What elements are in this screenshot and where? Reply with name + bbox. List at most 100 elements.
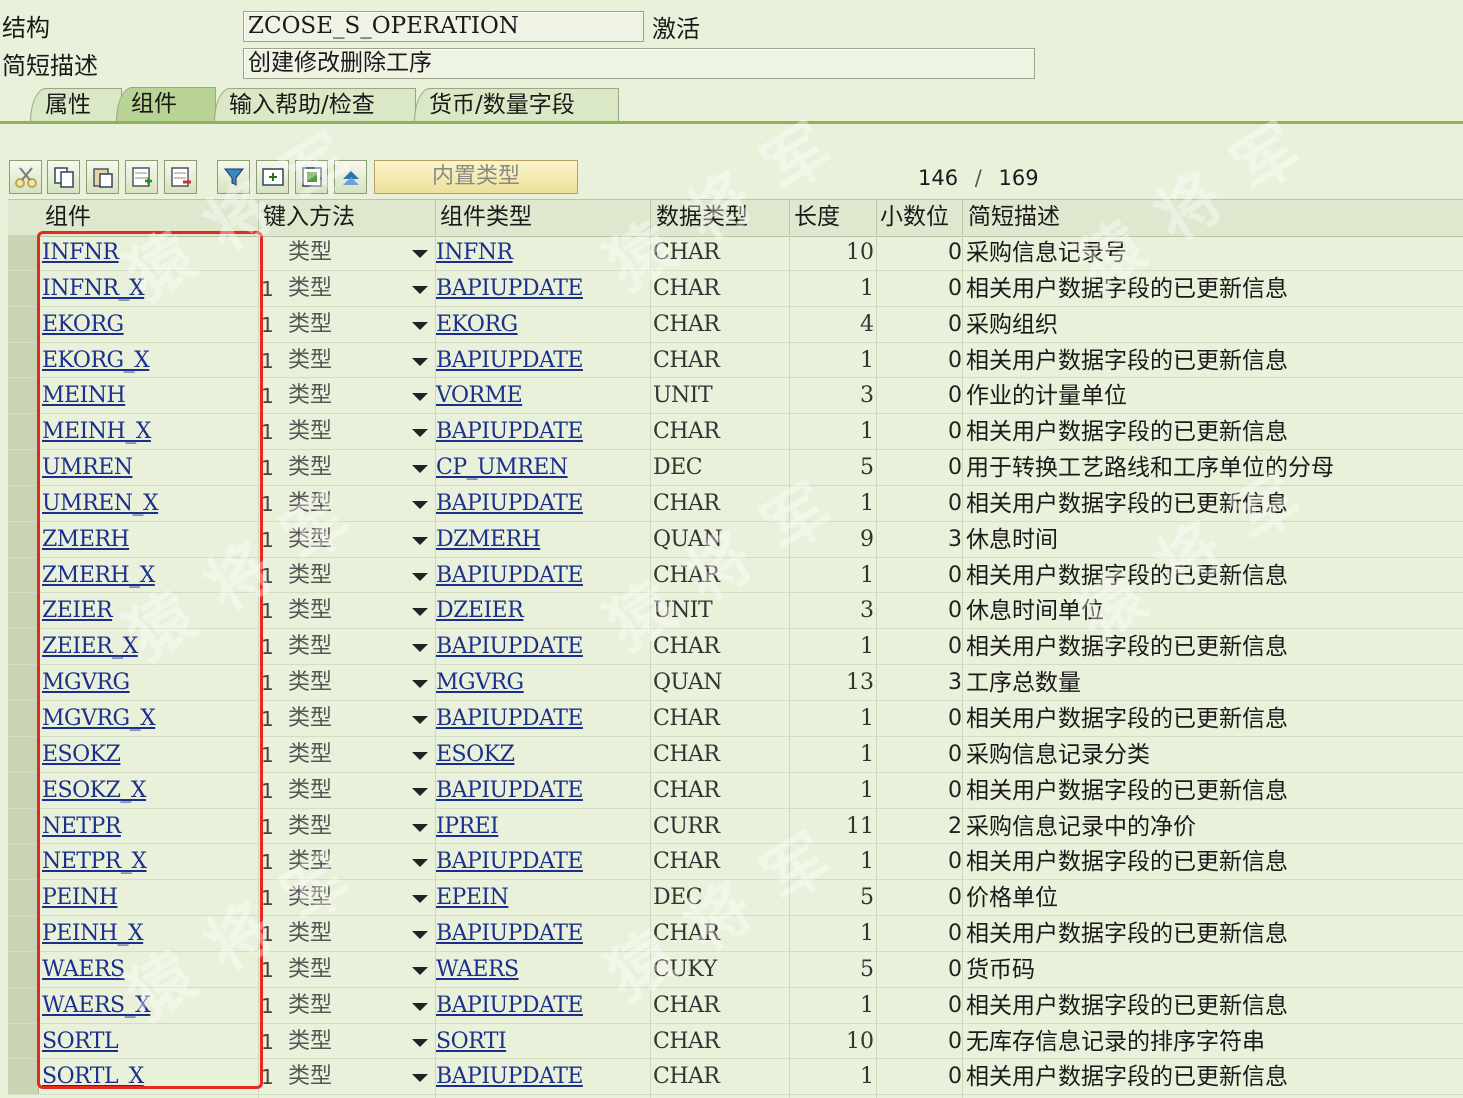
row-selector[interactable] (8, 1059, 39, 1095)
row-selector[interactable] (8, 916, 39, 951)
chevron-down-icon[interactable] (412, 787, 428, 796)
cut-button[interactable] (9, 160, 42, 194)
chevron-down-icon[interactable] (412, 859, 428, 868)
component-type[interactable]: BAPIUPDATE (436, 844, 583, 879)
component-type[interactable]: WAERS (436, 952, 519, 987)
typing-method[interactable]: 类型 (288, 1024, 332, 1059)
row-selector[interactable] (8, 987, 39, 1023)
component-type[interactable]: EKORG (436, 307, 518, 342)
row-selector[interactable] (8, 951, 39, 987)
chevron-down-icon[interactable] (412, 644, 428, 653)
row-selector[interactable] (8, 342, 39, 378)
chevron-down-icon[interactable] (412, 572, 428, 581)
row-selector[interactable] (8, 521, 39, 557)
row-selector[interactable] (8, 880, 39, 916)
tab-components[interactable]: 组件 (116, 87, 216, 123)
row-selector[interactable] (8, 665, 39, 700)
component-type[interactable]: BAPIUPDATE (436, 486, 583, 521)
typing-method[interactable]: 类型 (288, 271, 332, 306)
typing-method[interactable]: 类型 (288, 558, 332, 593)
typing-method[interactable]: 类型 (288, 629, 332, 664)
chevron-down-icon[interactable] (412, 429, 428, 438)
chevron-down-icon[interactable] (412, 680, 428, 689)
chevron-down-icon[interactable] (412, 1038, 428, 1047)
component-type[interactable]: VORME (436, 378, 523, 413)
copy-button[interactable] (47, 160, 80, 194)
add-field-button[interactable] (256, 160, 289, 194)
chevron-down-icon[interactable] (412, 1002, 428, 1011)
typing-method[interactable]: 类型 (288, 773, 332, 808)
append-structure-button[interactable] (295, 160, 328, 194)
col-component-type[interactable]: 组件类型 (440, 200, 532, 234)
row-selector[interactable] (8, 844, 39, 880)
tab-currency-quantity[interactable]: 货币/数量字段 (414, 88, 619, 122)
typing-method[interactable]: 类型 (288, 593, 332, 628)
typing-method[interactable]: 类型 (288, 988, 332, 1023)
delete-row-button[interactable] (164, 160, 197, 194)
typing-method[interactable]: 类型 (288, 378, 332, 413)
chevron-down-icon[interactable] (412, 823, 428, 832)
typing-method[interactable]: 类型 (288, 486, 332, 521)
typing-method[interactable]: 类型 (288, 665, 332, 700)
chevron-down-icon[interactable] (412, 751, 428, 760)
row-selector[interactable] (8, 270, 39, 306)
chevron-down-icon[interactable] (412, 357, 428, 366)
row-selector[interactable] (8, 557, 39, 593)
col-short-description[interactable]: 简短描述 (968, 200, 1060, 234)
row-selector[interactable] (8, 736, 39, 772)
sort-button[interactable] (334, 160, 367, 194)
col-component[interactable]: 组件 (45, 200, 91, 234)
chevron-down-icon[interactable] (412, 536, 428, 545)
typing-method[interactable]: 类型 (288, 880, 332, 915)
row-selector[interactable] (8, 593, 39, 629)
component-type[interactable]: DZMERH (436, 522, 541, 557)
col-typing-method[interactable]: 键入方法 (263, 200, 355, 234)
chevron-down-icon[interactable] (412, 250, 428, 258)
tab-input-help-check[interactable]: 输入帮助/检查 (214, 88, 416, 122)
structure-name-field[interactable]: ZCOSE_S_OPERATION (243, 11, 644, 42)
typing-method[interactable]: 类型 (288, 414, 332, 449)
typing-method[interactable]: 类型 (288, 809, 332, 844)
typing-method[interactable]: 类型 (288, 307, 332, 342)
component-type[interactable]: BAPIUPDATE (436, 701, 583, 736)
typing-method[interactable]: 类型 (288, 737, 332, 772)
typing-method[interactable]: 类型 (288, 343, 332, 378)
component-type[interactable]: BAPIUPDATE (436, 988, 583, 1023)
component-type[interactable]: BAPIUPDATE (436, 916, 583, 951)
row-selector[interactable] (8, 700, 39, 736)
component-type[interactable]: DZEIER (436, 593, 524, 628)
chevron-down-icon[interactable] (412, 393, 428, 402)
typing-method[interactable]: 类型 (288, 844, 332, 879)
paste-button[interactable] (86, 160, 119, 194)
typing-method[interactable]: 类型 (288, 701, 332, 736)
row-selector[interactable] (8, 306, 39, 342)
row-selector[interactable] (8, 772, 39, 808)
row-selector[interactable] (8, 414, 39, 450)
row-selector[interactable] (8, 235, 39, 270)
typing-method[interactable]: 类型 (288, 450, 332, 485)
chevron-down-icon[interactable] (412, 608, 428, 617)
typing-method[interactable]: 类型 (288, 952, 332, 987)
chevron-down-icon[interactable] (412, 966, 428, 975)
component-type[interactable]: IPREI (436, 809, 499, 844)
component-type[interactable]: BAPIUPDATE (436, 1059, 583, 1094)
chevron-down-icon[interactable] (412, 895, 428, 904)
chevron-down-icon[interactable] (412, 931, 428, 940)
component-type[interactable]: EPEIN (436, 880, 509, 915)
component-type[interactable]: MGVRG (436, 665, 524, 700)
col-data-type[interactable]: 数据类型 (656, 200, 748, 234)
component-type[interactable]: BAPIUPDATE (436, 271, 583, 306)
col-decimals[interactable]: 小数位 (880, 200, 949, 234)
component-type[interactable]: BAPIUPDATE (436, 558, 583, 593)
typing-method[interactable]: 类型 (288, 1059, 332, 1094)
builtin-type-button[interactable]: 内置类型 (374, 160, 578, 194)
row-selector[interactable] (8, 378, 39, 414)
component-type[interactable]: BAPIUPDATE (436, 629, 583, 664)
row-selector[interactable] (8, 450, 39, 485)
chevron-down-icon[interactable] (412, 285, 428, 294)
tab-attributes[interactable]: 属性 (30, 88, 122, 122)
typing-method[interactable]: 类型 (288, 235, 332, 270)
chevron-down-icon[interactable] (412, 465, 428, 474)
component-type[interactable]: INFNR (436, 235, 513, 270)
filter-button[interactable] (217, 160, 250, 194)
